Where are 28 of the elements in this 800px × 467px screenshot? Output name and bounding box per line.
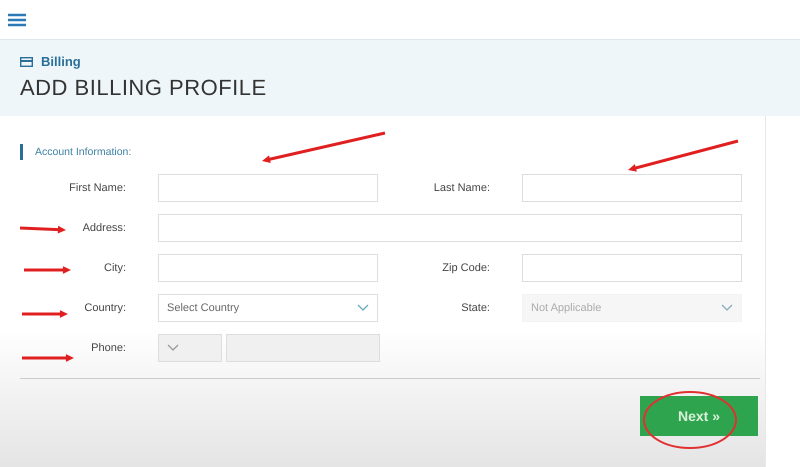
text-field[interactable] bbox=[158, 214, 742, 242]
field-label: City: bbox=[104, 262, 126, 274]
phone-field[interactable] bbox=[226, 334, 380, 362]
field-label: Phone: bbox=[91, 342, 126, 354]
text-field[interactable] bbox=[522, 174, 742, 202]
chevron-down-icon bbox=[357, 304, 369, 312]
field-label: Country: bbox=[84, 302, 126, 314]
field-label: State: bbox=[461, 302, 490, 314]
field-label: Zip Code: bbox=[442, 262, 490, 274]
annotation-arrow bbox=[20, 226, 66, 234]
annotation-arrow bbox=[22, 354, 74, 362]
annotation-arrow bbox=[24, 266, 71, 274]
field-label: Address: bbox=[82, 222, 126, 234]
field-label: Last Name: bbox=[434, 182, 490, 194]
text-field[interactable] bbox=[522, 254, 742, 282]
menu-icon[interactable] bbox=[8, 12, 26, 26]
chevron-down-icon bbox=[167, 344, 179, 352]
country-code-select[interactable] bbox=[158, 334, 222, 362]
credit-card-icon bbox=[20, 56, 33, 66]
page-title: ADD BILLING PROFILE bbox=[20, 75, 268, 101]
chevron-down-icon bbox=[721, 304, 733, 312]
select-field[interactable]: Select Country bbox=[158, 294, 378, 322]
text-field[interactable] bbox=[158, 174, 378, 202]
next-button[interactable]: Next » bbox=[640, 396, 758, 436]
text-field[interactable] bbox=[158, 254, 378, 282]
annotation-arrow bbox=[22, 310, 68, 318]
field-label: First Name: bbox=[69, 182, 126, 194]
breadcrumb[interactable]: Billing bbox=[41, 54, 81, 69]
